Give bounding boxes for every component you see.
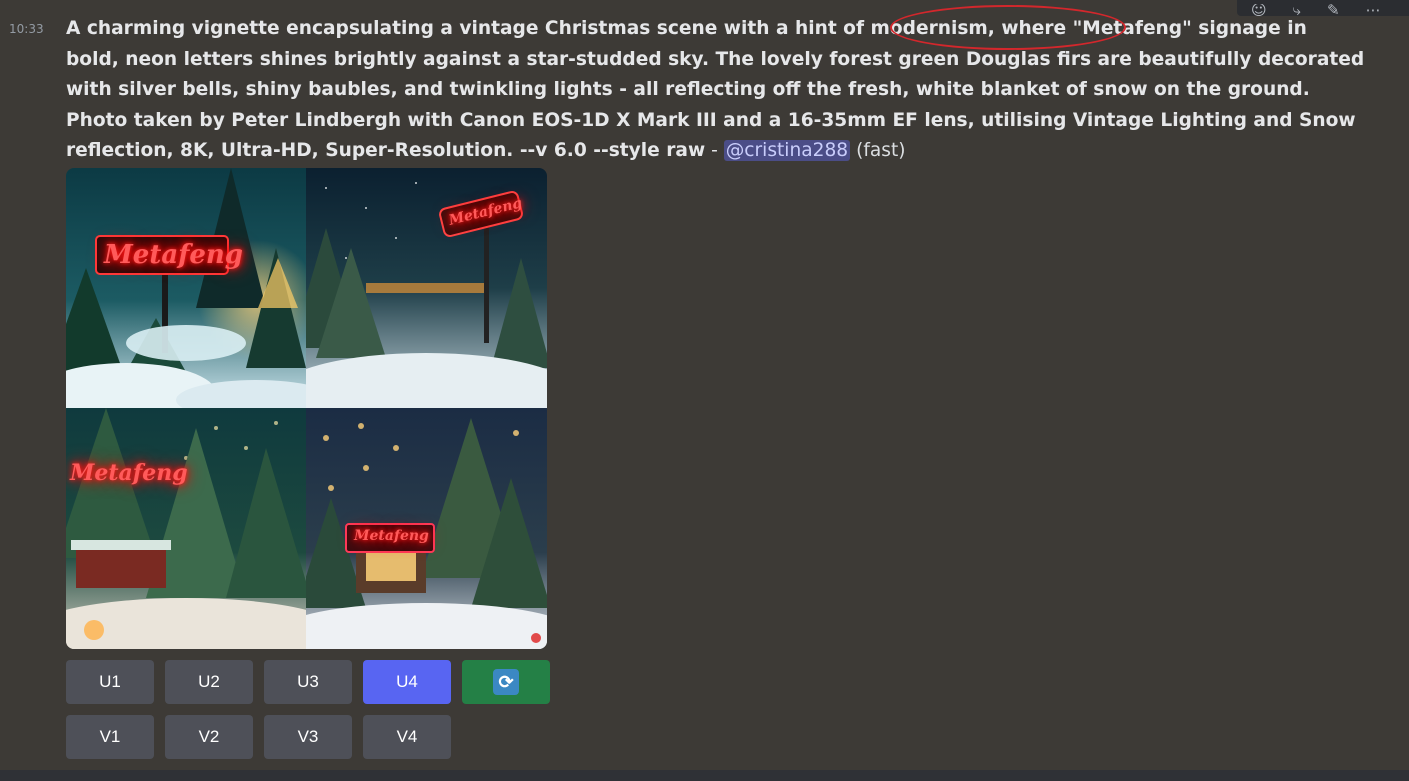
image-tile-4[interactable]: Metafeng — [306, 408, 547, 649]
variation-buttons: V1 V2 V3 V4 — [66, 715, 451, 759]
image-tile-2[interactable]: Metafeng — [306, 168, 547, 408]
image-tile-1[interactable]: Metafeng — [66, 168, 306, 408]
neon-sign-text: Metafeng — [104, 240, 243, 270]
message-timestamp: 10:33 — [9, 22, 44, 36]
v1-button[interactable]: V1 — [66, 715, 154, 759]
v2-button[interactable]: V2 — [165, 715, 253, 759]
u1-button[interactable]: U1 — [66, 660, 154, 704]
upscale-buttons: U1 U2 U3 U4 ⟳ — [66, 660, 550, 704]
v3-button[interactable]: V3 — [264, 715, 352, 759]
u3-button[interactable]: U3 — [264, 660, 352, 704]
image-tile-3[interactable]: Metafeng — [66, 408, 306, 649]
image-grid[interactable]: Metafeng Metafeng Metafeng Metafeng — [66, 168, 547, 649]
more-icon[interactable]: ⋯ — [1366, 4, 1381, 16]
speed-label: (fast) — [856, 140, 906, 161]
v4-button[interactable]: V4 — [363, 715, 451, 759]
bottom-divider — [0, 770, 1409, 781]
neon-sign-text-3: Metafeng — [70, 460, 188, 486]
user-mention[interactable]: @cristina288 — [723, 140, 851, 161]
refresh-icon: ⟳ — [493, 669, 519, 695]
message-content: A charming vignette encapsulating a vint… — [66, 14, 1366, 167]
neon-sign-text-4: Metafeng — [354, 528, 429, 544]
separator-text: - — [705, 140, 724, 161]
reroll-button[interactable]: ⟳ — [462, 660, 550, 704]
u2-button[interactable]: U2 — [165, 660, 253, 704]
u4-button[interactable]: U4 — [363, 660, 451, 704]
